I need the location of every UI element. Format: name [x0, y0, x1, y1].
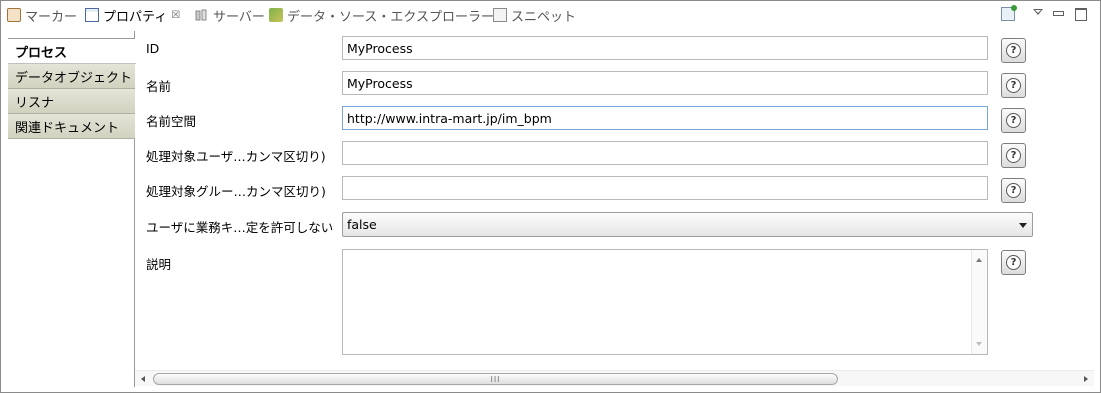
maximize-icon[interactable]: [1074, 7, 1088, 21]
side-tabs-header: [8, 31, 135, 39]
description-textarea[interactable]: [342, 249, 988, 355]
business-key-label: ユーザに業務キ…定を許可しない: [146, 220, 334, 235]
sidetab-data-objects[interactable]: データオブジェクト: [8, 64, 135, 89]
tab-markers[interactable]: マーカー: [7, 4, 77, 26]
tab-label: データ・ソース・エクスプローラー: [287, 9, 494, 25]
tab-label: サーバー: [213, 9, 265, 25]
sidetab-related-documents[interactable]: 関連ドキュメント: [8, 114, 135, 139]
properties-icon: [85, 8, 99, 22]
scroll-down-icon[interactable]: [976, 342, 982, 346]
horizontal-scrollbar[interactable]: III: [135, 370, 1094, 386]
sidetab-label: 関連ドキュメント: [15, 120, 120, 136]
close-tab-icon[interactable]: ☒: [171, 10, 180, 21]
marker-icon: [7, 8, 21, 22]
namespace-field[interactable]: http://www.intra-mart.jp/im_bpm: [342, 106, 988, 130]
scroll-left-icon[interactable]: [141, 376, 145, 382]
target-users-help-button[interactable]: ?: [1001, 143, 1026, 168]
id-field[interactable]: MyProcess: [342, 36, 988, 60]
help-icon: ?: [1006, 43, 1021, 58]
tab-label: プロパティ: [103, 9, 168, 25]
target-groups-help-button[interactable]: ?: [1001, 178, 1026, 203]
help-icon: ?: [1006, 78, 1021, 93]
scroll-up-icon[interactable]: [976, 258, 982, 262]
tab-properties[interactable]: プロパティ ☒: [85, 4, 180, 26]
scrollbar-thumb[interactable]: III: [153, 373, 838, 385]
target-groups-field[interactable]: [342, 176, 988, 200]
target-users-field[interactable]: [342, 141, 988, 165]
target-users-label: 処理対象ユーザ…カンマ区切り): [146, 149, 326, 164]
snippet-icon: [493, 8, 507, 22]
description-help-button[interactable]: ?: [1001, 250, 1026, 275]
namespace-label: 名前空間: [146, 114, 197, 129]
property-section-tabs: プロセス データオブジェクト リスナ 関連ドキュメント: [8, 31, 136, 387]
grip-icon: III: [490, 374, 501, 384]
properties-view: マーカー プロパティ ☒ サーバー データ・ソース・エクスプローラー スニペット: [0, 0, 1101, 393]
tab-label: スニペット: [511, 9, 577, 25]
help-icon: ?: [1006, 255, 1021, 270]
help-icon: ?: [1006, 183, 1021, 198]
sidetab-label: リスナ: [15, 95, 55, 111]
scroll-right-icon[interactable]: [1084, 376, 1088, 382]
help-icon: ?: [1006, 113, 1021, 128]
data-source-icon: [269, 8, 283, 22]
sidetab-listeners[interactable]: リスナ: [8, 89, 135, 114]
minimize-icon[interactable]: [1051, 7, 1065, 21]
help-icon: ?: [1006, 148, 1021, 163]
view-menu-icon[interactable]: [1031, 7, 1045, 21]
name-field[interactable]: MyProcess: [342, 71, 988, 95]
name-label: 名前: [146, 79, 172, 94]
sidetab-process[interactable]: プロセス: [8, 39, 136, 64]
chevron-down-icon[interactable]: [1019, 223, 1027, 228]
description-label: 説明: [146, 257, 172, 272]
sidetab-label: データオブジェクト: [15, 70, 133, 86]
view-tab-bar: マーカー プロパティ ☒ サーバー データ・ソース・エクスプローラー スニペット: [1, 1, 1100, 29]
tab-data-source-explorer[interactable]: データ・ソース・エクスプローラー: [269, 4, 494, 26]
tab-label: マーカー: [25, 9, 78, 25]
tab-snippets[interactable]: スニペット: [493, 4, 576, 26]
target-groups-label: 処理対象グルー…カンマ区切り): [146, 184, 326, 199]
description-scrollbar[interactable]: [971, 250, 987, 354]
server-icon: [195, 8, 209, 22]
pin-view-icon[interactable]: [1001, 5, 1017, 21]
select-value: false: [347, 217, 377, 232]
id-help-button[interactable]: ?: [1001, 38, 1026, 63]
namespace-help-button[interactable]: ?: [1001, 108, 1026, 133]
tab-servers[interactable]: サーバー: [195, 4, 265, 26]
business-key-select[interactable]: false: [342, 212, 1033, 237]
name-help-button[interactable]: ?: [1001, 73, 1026, 98]
id-label: ID: [146, 41, 160, 56]
sidetab-label: プロセス: [15, 45, 68, 61]
